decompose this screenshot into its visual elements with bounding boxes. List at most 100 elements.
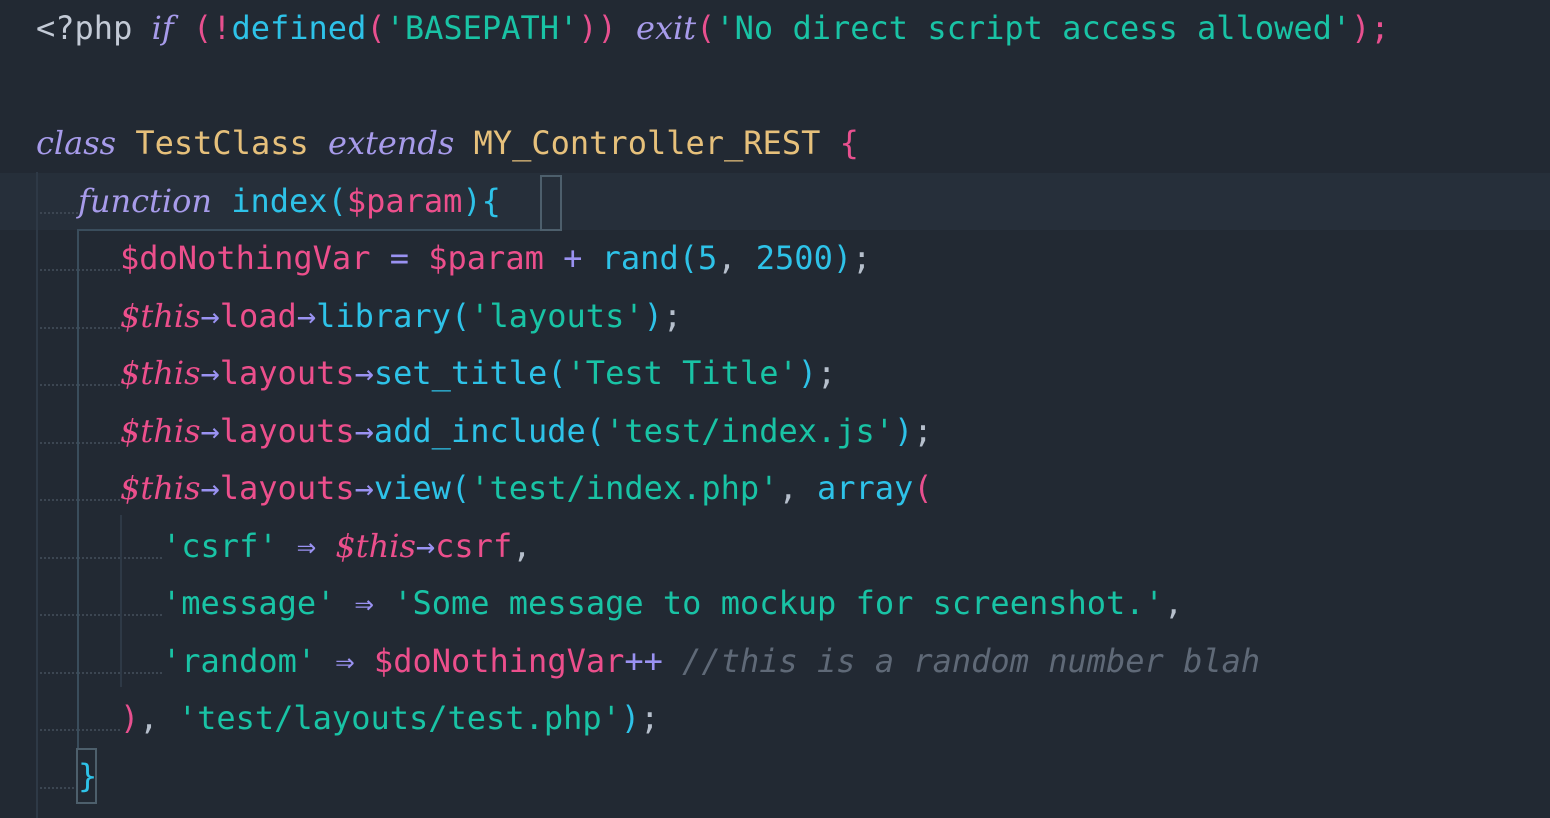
code-token: $this — [120, 296, 201, 335]
code-token: load — [219, 296, 297, 335]
code-token: defined — [231, 9, 367, 47]
code-token: , — [778, 469, 817, 507]
code-token: , — [139, 699, 178, 737]
code-token: TestClass — [135, 124, 309, 162]
code-token: exit — [636, 9, 697, 47]
code-token: ; — [816, 354, 837, 392]
code-token: 'test/layouts/test.php' — [177, 699, 621, 737]
code-token: ++ — [624, 641, 663, 680]
code-token: layouts — [219, 354, 355, 392]
code-token: class — [36, 124, 117, 162]
code-token: ( — [678, 239, 698, 277]
code-token: ; — [852, 239, 872, 277]
code-token: = — [370, 239, 429, 277]
code-token: ( — [585, 411, 606, 450]
indent-guide-class — [36, 172, 38, 818]
code-token: → — [415, 526, 436, 565]
code-token: { — [481, 181, 501, 220]
code-token: → — [354, 411, 374, 450]
code-token: , — [512, 526, 532, 565]
code-token: ; — [640, 699, 660, 737]
code-token: ( — [327, 181, 347, 220]
scope-guide-function — [77, 229, 79, 749]
bracket-match-close — [76, 748, 97, 804]
code-token: 'random' — [162, 641, 317, 680]
code-token: → — [200, 411, 220, 450]
code-token: csrf — [435, 526, 513, 565]
code-line[interactable]: 'random' ⇒ $doNothingVar++ //this is a r… — [0, 633, 1550, 690]
code-token: → — [354, 469, 374, 507]
code-token: ( — [450, 469, 471, 507]
code-token: set_title — [373, 354, 548, 392]
code-token: ); — [1351, 9, 1390, 47]
code-token: 'Test Title' — [566, 354, 798, 392]
code-token: ) — [832, 239, 853, 277]
code-token: $doNothingVar — [373, 641, 625, 680]
scope-guide-function-top — [77, 229, 559, 231]
code-token: ⇒ — [335, 584, 394, 622]
code-token: , — [1163, 584, 1184, 622]
code-token: + — [543, 239, 602, 277]
code-token: ) — [894, 411, 914, 450]
code-line[interactable]: $this→layouts→add_include('test/index.js… — [0, 403, 1550, 460]
code-token: 'test/index.js' — [605, 411, 895, 450]
code-line[interactable]: $this→layouts→view('test/index.php', arr… — [0, 460, 1550, 517]
code-editor[interactable]: <?php if (!defined('BASEPATH')) exit('No… — [0, 0, 1550, 818]
code-token: ⇒ — [316, 641, 374, 680]
code-token: → — [200, 354, 220, 392]
code-token: layouts — [219, 411, 355, 450]
code-token: (! — [192, 9, 232, 47]
code-line[interactable]: ), 'test/layouts/test.php'); — [0, 690, 1550, 747]
code-token: { — [839, 124, 859, 162]
code-token: ) — [462, 181, 482, 220]
code-token: ; — [913, 411, 933, 450]
code-token: ) — [797, 354, 817, 392]
code-token: library — [316, 296, 451, 335]
code-token: → — [200, 469, 220, 507]
code-token: ( — [696, 9, 716, 47]
code-line[interactable]: 'csrf' ⇒ $this→csrf, — [0, 518, 1550, 575]
code-line[interactable]: function index($param){ — [0, 172, 1550, 230]
code-token: layouts — [219, 469, 355, 507]
code-line[interactable]: $this→load→library('layouts'); — [0, 288, 1550, 345]
code-token: ( — [913, 469, 933, 507]
code-line[interactable]: $this→layouts→set_title('Test Title'); — [0, 345, 1550, 402]
code-line[interactable]: 'message' ⇒ 'Some message to mockup for … — [0, 575, 1550, 632]
code-token: 'Some message to mockup for screenshot.' — [393, 584, 1164, 622]
code-token: 'csrf' — [162, 526, 278, 565]
code-token: rand — [601, 239, 679, 277]
code-token: ( — [450, 296, 471, 335]
code-token: 2500 — [755, 239, 833, 277]
code-token: $this — [120, 354, 201, 392]
indent-guide-array — [120, 515, 122, 687]
code-token: ( — [366, 9, 386, 47]
code-token: ; — [662, 296, 683, 335]
code-line[interactable]: class TestClass extends MY_Controller_RE… — [0, 115, 1550, 172]
code-line[interactable]: <?php if (!defined('BASEPATH')) exit('No… — [0, 0, 1550, 57]
code-token: view — [373, 469, 451, 507]
code-token: extends — [328, 124, 455, 162]
code-token: $this — [335, 526, 416, 565]
code-line[interactable] — [0, 58, 1550, 115]
code-token: if — [151, 9, 174, 47]
code-token: $this — [120, 411, 201, 450]
code-token: array — [816, 469, 914, 507]
code-token: //this is a random number blah — [682, 641, 1261, 680]
bracket-match-open — [540, 175, 562, 231]
code-token: ) — [643, 296, 663, 335]
code-token: 'test/index.php' — [470, 469, 779, 507]
code-line[interactable]: } — [0, 748, 1550, 805]
code-token: $doNothingVar — [120, 239, 371, 277]
code-token: ) — [120, 699, 140, 737]
code-token: $param — [346, 181, 463, 220]
code-token: , — [717, 239, 756, 277]
code-token: $param — [428, 239, 544, 277]
code-token: MY_Controller_REST — [473, 124, 821, 162]
code-line[interactable]: $doNothingVar = $param + rand(5, 2500); — [0, 230, 1550, 287]
